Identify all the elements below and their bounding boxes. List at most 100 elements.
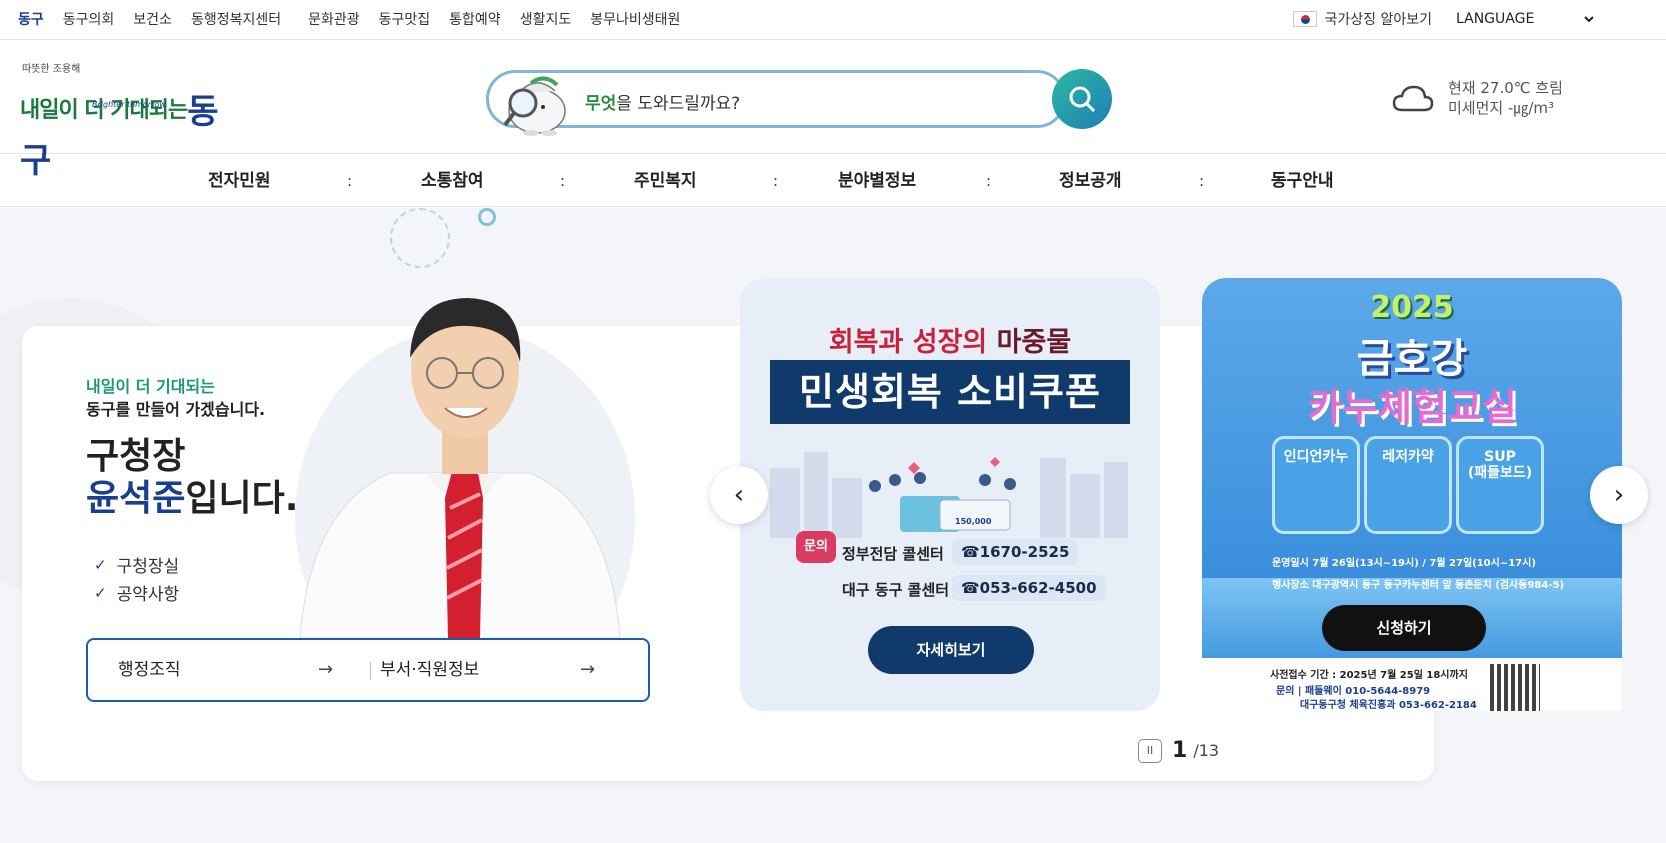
staff-info-button[interactable]: 부서·직원정보 <box>380 640 479 700</box>
banner1-title-dark: 마중물 <box>996 327 1072 358</box>
national-symbol-label: 국가상징 알아보기 <box>1324 12 1433 28</box>
slider-prev-button[interactable]: ‹ <box>710 466 768 524</box>
banner2-note-contact2: 대구동구청 체육진흥과 053-662-2184 <box>1300 700 1477 711</box>
banner2-note-deadline: 사전접수 기간 : 2025년 7월 25일 18시까지 <box>1270 670 1468 681</box>
weather-dust: 미세먼지 -㎍/m³ <box>1448 99 1555 117</box>
banner1-row1-phone: ☎1670-2525 <box>952 539 1079 565</box>
chevron-down-icon <box>1584 15 1594 22</box>
banner-consumer-coupon[interactable]: 회복과 성장의 마중물 민생회복 소비쿠폰 150,000 문의 정부전담 콜센… <box>740 278 1160 711</box>
national-symbol-link[interactable]: 국가상징 알아보기 <box>1292 9 1433 29</box>
banner2-schedule: 운영일시 7월 26일(13시~19시) / 7월 27일(10시~17시) <box>1272 558 1536 569</box>
gnb-item-e-civil[interactable]: 전자민원 <box>208 155 271 207</box>
gnb-item-about[interactable]: 동구안내 <box>1271 155 1334 207</box>
search-icon <box>1069 86 1096 113</box>
search-placeholder-rest: 을 도와드릴까요? <box>616 94 741 114</box>
pause-button[interactable]: II <box>1138 738 1162 763</box>
search-placeholder-highlight: 무엇 <box>585 94 617 114</box>
mayor-office-link[interactable]: ✓ 구청장실 <box>94 552 180 578</box>
chevron-right-icon: › <box>1613 480 1625 510</box>
mayor-name: 윤석준 <box>86 478 186 519</box>
site-link-donggu[interactable]: 동구 <box>18 9 44 29</box>
coupon-value: 150,000 <box>955 517 992 526</box>
banner1-inquiry-badge: 문의 <box>796 531 836 563</box>
top-utility-bar: 동구 동구의회 보건소 동행정복지센터 문화관광 동구맛집 통합예약 생활지도 … <box>0 0 1666 40</box>
pledges-link[interactable]: ✓ 공약사항 <box>94 580 180 606</box>
gnb-separator: : <box>560 172 566 190</box>
search-area: 무엇을 도와드릴까요? <box>486 69 1112 136</box>
arrow-right-icon: → <box>580 659 596 680</box>
qr-code <box>1490 664 1540 711</box>
gnb-item-disclosure[interactable]: 정보공개 <box>1059 155 1122 207</box>
banner1-row2-label: 대구 동구 콜센터 <box>842 581 950 599</box>
mayor-slogan-line2: 동구를 만들어 가겠습니다. <box>86 400 266 419</box>
cloud-icon <box>1392 85 1434 112</box>
banner1-detail-button[interactable]: 자세히보기 <box>868 626 1034 674</box>
banner1-row1-label: 정부전담 콜센터 <box>842 545 944 563</box>
gnb-separator: : <box>1199 172 1205 190</box>
program-card-sup: SUP (패들보드) <box>1456 436 1544 534</box>
banner2-place: 행사장소 대구광역시 동구 동구카누센터 앞 동촌둔치 (검사동984-5) <box>1272 580 1565 591</box>
gnb-separator: : <box>986 172 992 190</box>
weather-text: 현재 27.0℃ 흐림 미세먼지 -㎍/m³ <box>1448 78 1563 118</box>
weather-widget: 현재 27.0℃ 흐림 미세먼지 -㎍/m³ <box>1392 78 1563 118</box>
main-visual: 내일이 더 기대되는 동구를 만들어 가겠습니다. 구청장 윤석준입니다. ✓ 구… <box>0 208 1666 843</box>
weather-current: 현재 27.0℃ 흐림 <box>1448 79 1563 97</box>
program-card-label: SUP (패들보드) <box>1467 449 1533 481</box>
org-chart-button[interactable]: 행정조직 <box>118 640 181 700</box>
banner1-row2-phone: ☎053-662-4500 <box>952 575 1106 601</box>
slider-pager: II 1 /13 <box>1138 738 1219 763</box>
mayor-slogan-line1: 내일이 더 기대되는 <box>86 377 215 396</box>
mascot-magnifier-icon <box>503 76 566 136</box>
site-link-reservation[interactable]: 통합예약 <box>449 9 501 29</box>
mayor-office-label: 구청장실 <box>116 557 180 577</box>
gnb-item-participation[interactable]: 소통참여 <box>421 155 484 207</box>
banner1-headline: 민생회복 소비쿠폰 <box>770 360 1130 424</box>
banner1-title: 회복과 성장의 마중물 <box>740 320 1160 359</box>
banner2-year: 2025 <box>1370 290 1454 325</box>
slider-current-page: 1 <box>1172 738 1188 763</box>
banner1-title-red: 회복과 성장의 <box>828 327 997 358</box>
logo-small-text: 따뜻한 조용해 <box>22 64 81 75</box>
site-link-culture-tour[interactable]: 문화관광 <box>308 9 360 29</box>
site-link-restaurants[interactable]: 동구맛집 <box>379 9 431 29</box>
program-card-indian-canoe: 인디언카누 <box>1272 436 1360 534</box>
slider-next-button[interactable]: › <box>1590 466 1648 524</box>
site-link-welfare-center[interactable]: 동행정복지센터 <box>191 9 281 29</box>
chevron-left-icon: ‹ <box>733 480 745 510</box>
check-icon: ✓ <box>94 555 107 574</box>
mayor-title: 구청장 <box>86 436 186 477</box>
banner-canoe-class[interactable]: 2025 금호강 카누체험교실 인디언카누 레저카약 SUP (패들보드) 운영… <box>1202 278 1622 711</box>
program-card-label: 레저카약 <box>1382 449 1434 465</box>
banner2-note-contact1: 문의 | 패들웨이 010-5644-8979 <box>1276 686 1431 697</box>
logo-tagline: Brighter tomorrow <box>92 100 166 109</box>
mayor-name-line: 윤석준입니다. <box>86 478 298 520</box>
check-icon: ✓ <box>94 583 107 602</box>
pledges-label: 공약사항 <box>116 585 180 605</box>
header: 따뜻한 조용해 내일이 더 기대되는동구 Brighter tomorrow 무… <box>0 40 1666 181</box>
main-navigation: 전자민원 : 소통참여 : 주민복지 : 분야별정보 : 정보공개 : 동구안내 <box>0 155 1666 207</box>
search-placeholder: 무엇을 도와드릴까요? <box>585 89 740 114</box>
gnb-separator: : <box>347 172 353 190</box>
search-button[interactable] <box>1052 69 1112 129</box>
program-card-leisure-kayak: 레저카약 <box>1364 436 1452 534</box>
gnb-item-welfare[interactable]: 주민복지 <box>634 155 697 207</box>
related-sites-nav: 동구 동구의회 보건소 동행정복지센터 문화관광 동구맛집 통합예약 생활지도 … <box>18 0 699 38</box>
gnb-item-field-info[interactable]: 분야별정보 <box>838 155 916 207</box>
language-select[interactable]: LANGUAGE <box>1456 11 1606 27</box>
bg-decoration <box>478 208 496 226</box>
korean-flag-icon <box>1292 11 1317 27</box>
top-right-utilities: 국가상징 알아보기 LANGUAGE <box>1292 0 1666 38</box>
gnb-separator: : <box>773 172 779 190</box>
site-link-council[interactable]: 동구의회 <box>63 9 115 29</box>
search-input[interactable]: 무엇을 도와드릴까요? <box>486 70 1066 136</box>
apply-button[interactable]: 신청하기 <box>1322 605 1486 651</box>
site-link-butterfly-park[interactable]: 봉무나비생태원 <box>590 9 680 29</box>
site-link-health-center[interactable]: 보건소 <box>133 9 172 29</box>
arrow-right-icon: → <box>318 659 334 680</box>
mayor-photo <box>295 298 635 638</box>
site-logo[interactable]: 따뜻한 조용해 내일이 더 기대되는동구 Brighter tomorrow <box>20 58 240 181</box>
city-people-illustration: 150,000 <box>770 452 1128 538</box>
language-label: LANGUAGE <box>1456 11 1535 27</box>
site-link-life-map[interactable]: 생활지도 <box>520 9 572 29</box>
program-card-label: 인디언카누 <box>1283 449 1349 465</box>
